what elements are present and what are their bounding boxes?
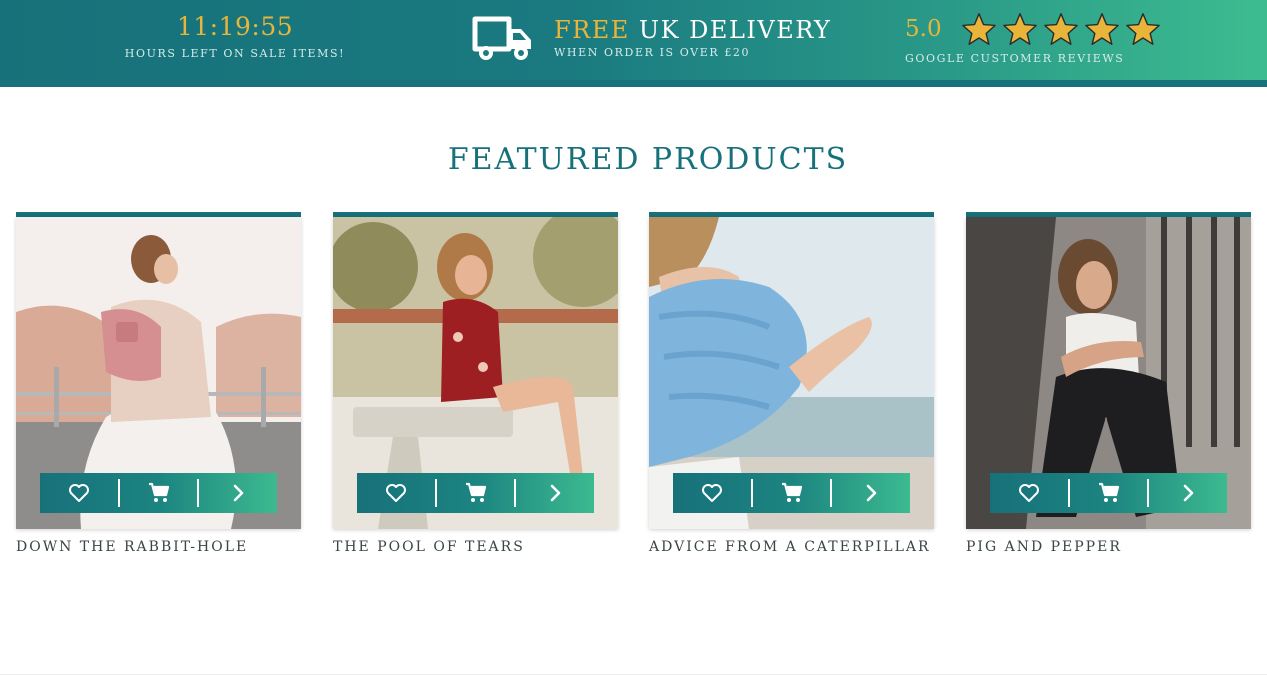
view-product-button[interactable] [1149, 473, 1227, 513]
product-card: PIG AND PEPPER [966, 212, 1251, 555]
delivery-title: FREE UK DELIVERY [554, 14, 831, 46]
footer-divider [0, 674, 1267, 675]
add-to-cart-button[interactable] [437, 473, 515, 513]
heart-icon [1018, 484, 1039, 502]
cart-icon [1098, 482, 1119, 502]
heart-icon [701, 484, 722, 502]
delivery-info: FREE UK DELIVERY WHEN ORDER IS OVER £20 [554, 14, 831, 59]
wishlist-button[interactable] [990, 473, 1068, 513]
product-image[interactable] [966, 217, 1251, 529]
product-title[interactable]: PIG AND PEPPER [966, 539, 1251, 555]
sale-caption: HOURS LEFT ON SALE ITEMS! [124, 47, 346, 60]
promo-bar-strip [0, 80, 1267, 87]
delivery-caption: WHEN ORDER IS OVER £20 [554, 46, 751, 59]
product-actions [357, 473, 594, 513]
delivery-free: FREE [554, 16, 630, 44]
wishlist-button[interactable] [40, 473, 118, 513]
cart-icon [148, 482, 169, 502]
product-image[interactable] [333, 217, 618, 529]
product-title[interactable]: THE POOL OF TEARS [333, 539, 618, 555]
delivery-rest: UK DELIVERY [629, 16, 832, 44]
view-product-button[interactable] [832, 473, 910, 513]
chevron-right-icon [866, 484, 877, 502]
promo-bar: 11:19:55 HOURS LEFT ON SALE ITEMS! FREE … [0, 0, 1267, 80]
star-icon [1126, 13, 1160, 45]
cart-icon [465, 482, 486, 502]
google-reviews[interactable]: 5.0 GOOGLE CUSTOMER REVIEWS [905, 12, 1162, 65]
product-actions [990, 473, 1227, 513]
star-icon [1003, 13, 1037, 45]
product-image[interactable] [649, 217, 934, 529]
add-to-cart-button[interactable] [120, 473, 198, 513]
wishlist-button[interactable] [357, 473, 435, 513]
chevron-right-icon [1183, 484, 1194, 502]
heart-icon [385, 484, 406, 502]
add-to-cart-button[interactable] [1070, 473, 1148, 513]
product-card: ADVICE FROM A CATERPILLAR [649, 212, 934, 555]
product-card: DOWN THE RABBIT-HOLE [16, 212, 301, 555]
view-product-button[interactable] [199, 473, 277, 513]
reviews-caption: GOOGLE CUSTOMER REVIEWS [905, 52, 1125, 65]
cart-icon [781, 482, 802, 502]
product-image[interactable] [16, 217, 301, 529]
product-title[interactable]: DOWN THE RABBIT-HOLE [16, 539, 301, 555]
add-to-cart-button[interactable] [753, 473, 831, 513]
truck-icon [472, 16, 531, 60]
chevron-right-icon [233, 484, 244, 502]
star-icon [1044, 13, 1078, 45]
wishlist-button[interactable] [673, 473, 751, 513]
product-actions [673, 473, 910, 513]
product-actions [40, 473, 277, 513]
product-title[interactable]: ADVICE FROM A CATERPILLAR [649, 539, 934, 555]
sale-countdown: 11:19:55 HOURS LEFT ON SALE ITEMS! [120, 10, 350, 60]
section-heading: FEATURED PRODUCTS [447, 142, 849, 177]
star-icon [962, 13, 996, 45]
view-product-button[interactable] [516, 473, 594, 513]
star-icon [1085, 13, 1119, 45]
countdown-timer: 11:19:55 [176, 12, 294, 41]
rating-stars [960, 12, 1162, 46]
product-card: THE POOL OF TEARS [333, 212, 618, 555]
heart-icon [68, 484, 89, 502]
rating-value: 5.0 [905, 16, 942, 42]
chevron-right-icon [550, 484, 561, 502]
